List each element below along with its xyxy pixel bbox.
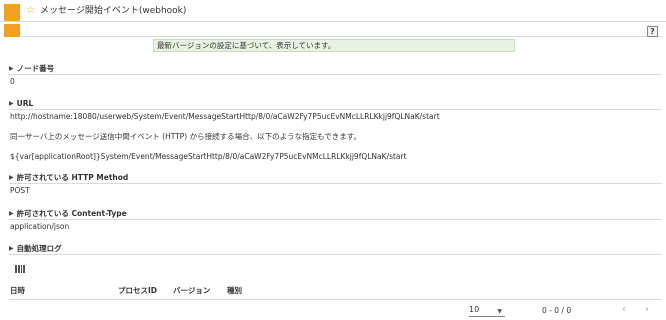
help-button[interactable]: ?: [647, 26, 658, 37]
window-title: メッセージ開始イベント(webhook): [40, 6, 187, 16]
version-notice: 最新バージョンの設定に基づいて、表示しています。: [153, 39, 515, 52]
node-number-value: 0: [10, 77, 15, 86]
content-type-value: application/json: [10, 222, 70, 231]
collapse-triangle-icon: ▶: [9, 245, 14, 252]
section-header-content-type[interactable]: ▶ 許可されている Content-Type: [9, 209, 661, 220]
collapse-triangle-icon: ▶: [9, 210, 14, 217]
column-header-datetime[interactable]: 日時: [10, 286, 25, 296]
section-label: 許可されている Content-Type: [16, 209, 127, 218]
title-bar: ☆ メッセージ開始イベント(webhook): [0, 0, 666, 22]
toolbar-accent-block: [4, 24, 20, 37]
section-header-url[interactable]: ▶ URL: [9, 99, 661, 110]
toolbar-divider: [22, 36, 662, 37]
section-header-node-number[interactable]: ▶ ノード番号: [9, 64, 661, 75]
chevron-left-icon[interactable]: ‹: [622, 304, 626, 316]
url-alt-value: ${var[applicationRoot]}System/Event/Mess…: [10, 152, 407, 161]
section-label: 許可されている HTTP Method: [16, 173, 129, 182]
page-size-value: 10: [469, 305, 480, 314]
collapse-triangle-icon: ▶: [9, 65, 14, 72]
url-note: 同一サーバ上のメッセージ送信中間イベント (HTTP) から接続する場合、以下の…: [10, 132, 362, 141]
column-header-process-id[interactable]: プロセスID: [118, 286, 157, 296]
section-header-auto-log[interactable]: ▶ 自動処理ログ: [9, 244, 661, 255]
collapse-triangle-icon: ▶: [9, 100, 14, 107]
section-label: ノード番号: [16, 64, 55, 73]
table-header-divider: [9, 299, 661, 300]
pager-range: 0 - 0 / 0: [542, 306, 572, 315]
columns-icon[interactable]: [15, 265, 25, 273]
url-value: http://hostname:18080/userweb/System/Eve…: [10, 112, 440, 121]
section-label: URL: [16, 99, 34, 108]
section-header-http-method[interactable]: ▶ 許可されている HTTP Method: [9, 173, 661, 184]
collapse-triangle-icon: ▶: [9, 174, 14, 181]
chevron-right-icon[interactable]: ›: [645, 304, 649, 316]
section-label: 自動処理ログ: [16, 244, 62, 253]
page-size-select[interactable]: 10 ▼: [469, 305, 505, 317]
caret-down-icon: ▼: [497, 308, 502, 315]
column-header-type[interactable]: 種別: [227, 286, 242, 296]
title-accent-block: [4, 4, 20, 21]
column-header-version[interactable]: バージョン: [173, 286, 210, 296]
star-icon[interactable]: ☆: [26, 5, 35, 17]
http-method-value: POST: [10, 186, 30, 195]
